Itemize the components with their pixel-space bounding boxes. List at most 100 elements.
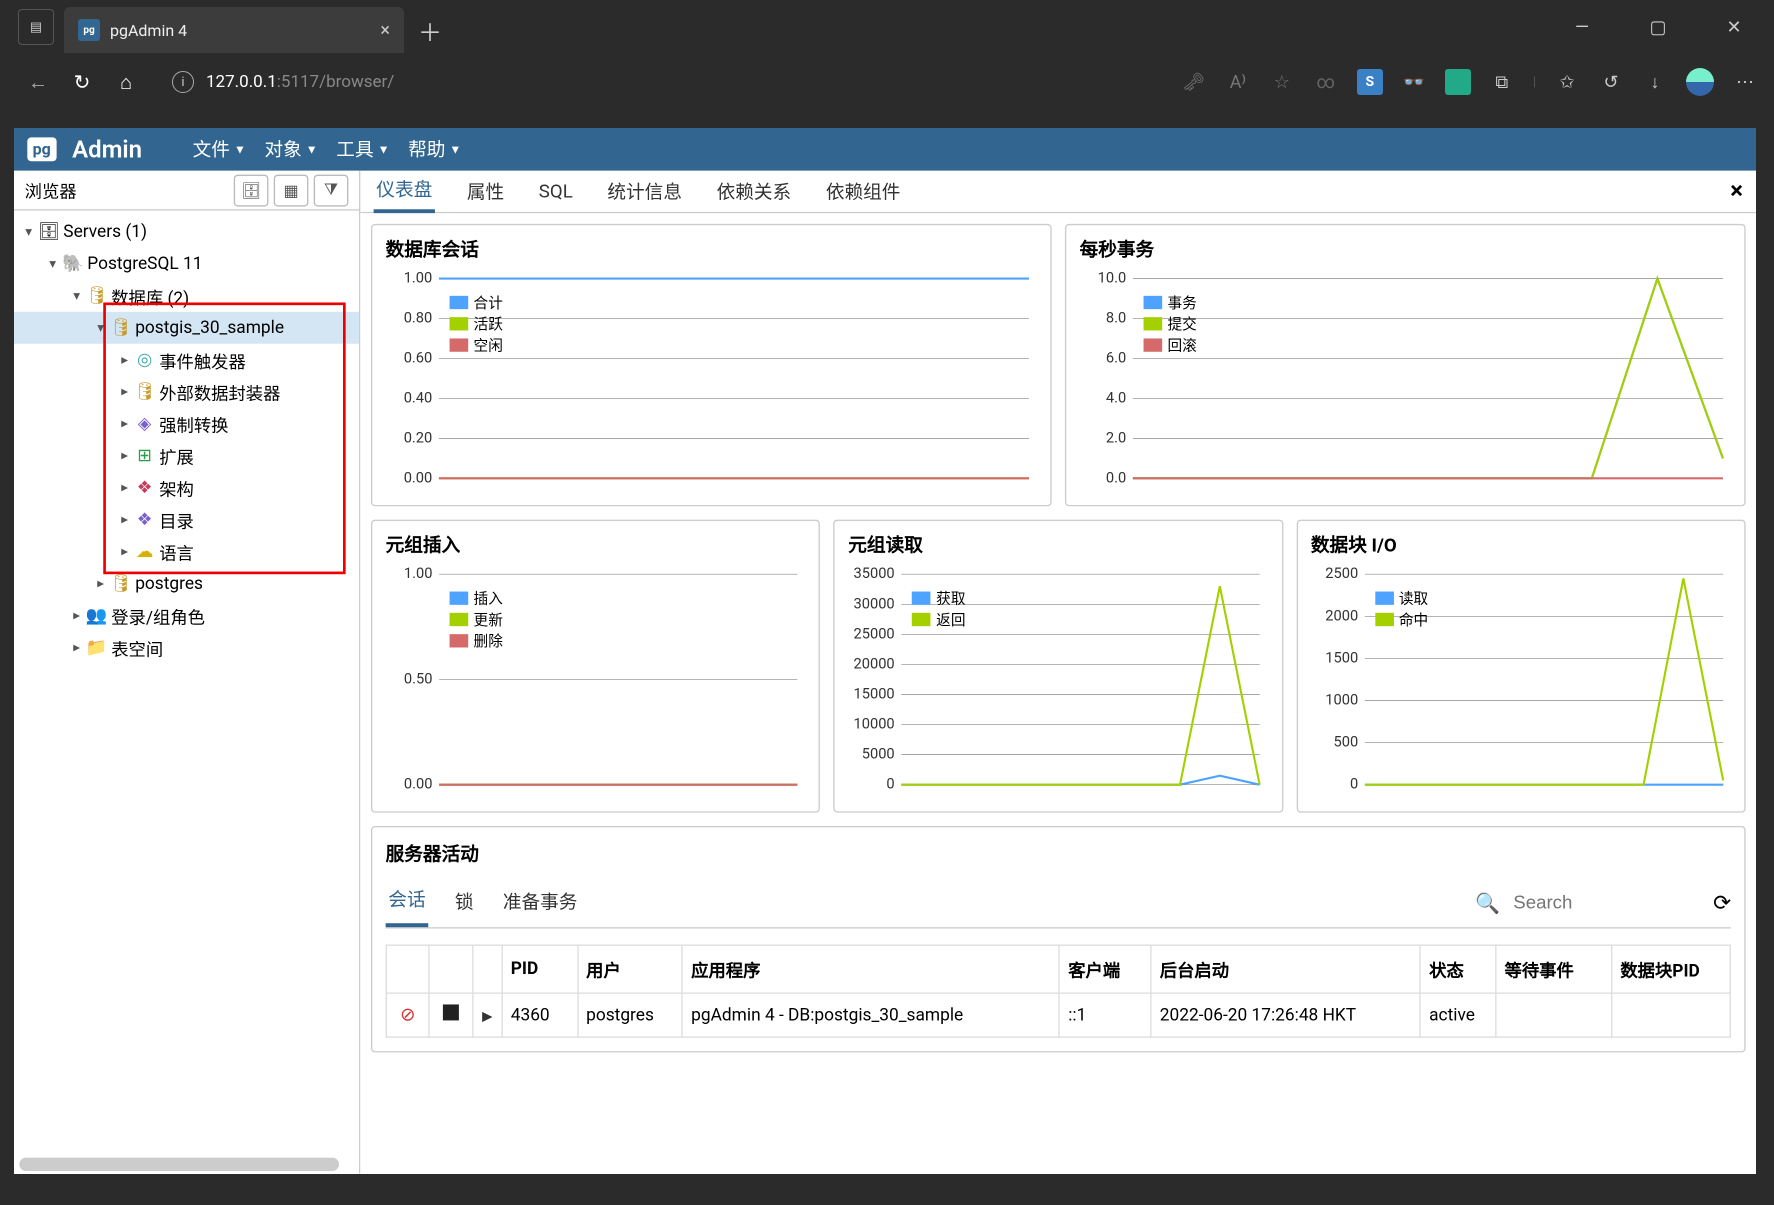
svg-text:0.00: 0.00 bbox=[404, 775, 433, 793]
url-host: 127.0.0.1 bbox=[206, 72, 277, 92]
svg-text:1500: 1500 bbox=[1325, 648, 1358, 666]
tree-schemas[interactable]: 架构 bbox=[159, 475, 194, 500]
menu-tools[interactable]: 工具 ▼ bbox=[336, 136, 389, 163]
schema-icon: ❖ bbox=[134, 478, 155, 498]
tree-db-postgres[interactable]: postgres bbox=[135, 574, 203, 594]
sidebar-tool-filter-icon[interactable]: ⧩ bbox=[314, 174, 349, 206]
extension-icon-2[interactable]: S bbox=[1357, 69, 1383, 95]
svg-text:0.80: 0.80 bbox=[404, 308, 433, 326]
svg-text:2000: 2000 bbox=[1325, 606, 1358, 624]
menu-file[interactable]: 文件 ▼ bbox=[193, 136, 246, 163]
favorite-icon[interactable]: ☆ bbox=[1269, 69, 1295, 95]
elephant-icon: 🐘 bbox=[62, 254, 83, 274]
tab-dependencies[interactable]: 依赖关系 bbox=[714, 171, 794, 211]
close-tab-icon[interactable]: × bbox=[380, 20, 390, 41]
chart-tuples-out: 元组读取 获取 返回 05000100001500020000250003000… bbox=[834, 520, 1283, 813]
col-state: 状态 bbox=[1420, 945, 1495, 993]
activity-search-input[interactable] bbox=[1513, 891, 1699, 912]
window-maximize-button[interactable]: ▢ bbox=[1638, 17, 1678, 38]
extension-icon-1[interactable]: ∞ bbox=[1313, 69, 1339, 95]
chart-tuples-in: 元组插入 插入 更新 删除 0.000.501.00 bbox=[371, 520, 820, 813]
svg-text:1000: 1000 bbox=[1325, 690, 1358, 708]
expand-row-icon[interactable]: ▶ bbox=[482, 1009, 492, 1024]
activity-tab-locks[interactable]: 锁 bbox=[452, 880, 476, 925]
window-minimize-button[interactable]: — bbox=[1562, 17, 1602, 38]
downloads-icon[interactable]: ↓ bbox=[1642, 69, 1668, 95]
tab-dashboard[interactable]: 仪表盘 bbox=[374, 169, 435, 213]
tab-dependents[interactable]: 依赖组件 bbox=[823, 171, 903, 211]
profile-avatar[interactable] bbox=[1686, 68, 1714, 96]
read-aloud-icon[interactable]: A⁾ bbox=[1225, 69, 1251, 95]
object-tree[interactable]: ▾🗄Servers (1) ▾🐘PostgreSQL 11 ▾🛢数据库 (2) … bbox=[14, 211, 359, 669]
pgadmin-favicon: pg bbox=[78, 19, 100, 41]
extension-icon-3[interactable]: 👓 bbox=[1401, 69, 1427, 95]
favorites-bar-icon[interactable]: ✩ bbox=[1554, 69, 1580, 95]
tree-extensions[interactable]: 扩展 bbox=[159, 443, 194, 468]
cancel-query-icon[interactable] bbox=[443, 1004, 459, 1020]
tree-postgresql[interactable]: PostgreSQL 11 bbox=[87, 254, 202, 274]
browser-tab[interactable]: pg pgAdmin 4 × bbox=[64, 7, 404, 53]
tree-databases[interactable]: 数据库 (2) bbox=[111, 283, 189, 308]
terminate-icon[interactable]: ⊘ bbox=[400, 1004, 416, 1025]
password-icon[interactable]: 🗝 bbox=[1181, 69, 1207, 95]
svg-text:35000: 35000 bbox=[854, 566, 895, 582]
extension-icon-4[interactable] bbox=[1445, 69, 1471, 95]
pgadmin-logo-text: Admin bbox=[72, 135, 142, 163]
sidebar-tool-query-icon[interactable]: 🗄 bbox=[234, 174, 269, 206]
svg-text:0.60: 0.60 bbox=[404, 348, 433, 366]
svg-text:4.0: 4.0 bbox=[1106, 388, 1126, 406]
svg-text:1.00: 1.00 bbox=[404, 271, 433, 287]
tab-sql[interactable]: SQL bbox=[536, 174, 575, 209]
tree-login-roles[interactable]: 登录/组角色 bbox=[111, 603, 205, 628]
tree-tablespaces[interactable]: 表空间 bbox=[111, 635, 163, 660]
svg-text:2.0: 2.0 bbox=[1106, 428, 1126, 446]
menu-object[interactable]: 对象 ▼ bbox=[264, 136, 317, 163]
tree-languages[interactable]: 语言 bbox=[159, 539, 194, 564]
tab-actions-icon[interactable]: ▤ bbox=[18, 9, 54, 45]
col-pid: PID bbox=[502, 945, 577, 993]
col-client: 客户端 bbox=[1060, 945, 1152, 993]
site-info-icon[interactable]: i bbox=[172, 71, 194, 93]
tree-db-sample[interactable]: postgis_30_sample bbox=[135, 318, 284, 338]
tree-servers[interactable]: Servers (1) bbox=[63, 222, 147, 242]
cell-start: 2022-06-20 17:26:48 HKT bbox=[1151, 993, 1420, 1037]
history-icon[interactable]: ↺ bbox=[1598, 69, 1624, 95]
cell-state: active bbox=[1420, 993, 1495, 1037]
svg-text:0: 0 bbox=[1350, 775, 1358, 793]
event-trigger-icon: ◎ bbox=[134, 350, 155, 370]
activity-refresh-icon[interactable]: ⟳ bbox=[1713, 890, 1731, 915]
svg-text:10.0: 10.0 bbox=[1098, 271, 1127, 287]
new-tab-button[interactable]: ＋ bbox=[418, 13, 442, 48]
search-icon[interactable]: 🔍 bbox=[1475, 891, 1500, 915]
settings-menu-icon[interactable]: ⋯ bbox=[1732, 69, 1758, 95]
server-activity-title: 服务器活动 bbox=[386, 841, 1731, 868]
chart-title: 元组读取 bbox=[848, 532, 1268, 559]
pgadmin-logo-icon: pg bbox=[27, 137, 56, 161]
svg-text:0.50: 0.50 bbox=[404, 669, 433, 687]
col-user: 用户 bbox=[577, 945, 682, 993]
svg-text:8.0: 8.0 bbox=[1106, 308, 1126, 326]
tree-fdw[interactable]: 外部数据封装器 bbox=[159, 379, 280, 404]
tree-casts[interactable]: 强制转换 bbox=[159, 411, 228, 436]
tab-properties[interactable]: 属性 bbox=[464, 171, 507, 211]
address-bar[interactable]: i 127.0.0.1:5117/browser/ bbox=[158, 62, 1171, 102]
cell-client: ::1 bbox=[1060, 993, 1152, 1037]
home-button[interactable]: ⌂ bbox=[104, 62, 148, 102]
extensions-menu-icon[interactable]: ⧉ bbox=[1489, 69, 1515, 95]
svg-text:500: 500 bbox=[1333, 733, 1358, 751]
back-button[interactable]: ← bbox=[16, 62, 60, 102]
sidebar-tool-grid-icon[interactable]: ▦ bbox=[274, 174, 309, 206]
tree-event-triggers[interactable]: 事件触发器 bbox=[159, 347, 246, 372]
tree-catalogs[interactable]: 目录 bbox=[159, 507, 194, 532]
table-row: ⊘ ▶ 4360 postgres pgAdmin 4 - DB:postgis… bbox=[386, 993, 1730, 1037]
window-close-button[interactable]: ✕ bbox=[1714, 17, 1754, 38]
activity-tab-prepared[interactable]: 准备事务 bbox=[500, 880, 580, 925]
svg-text:15000: 15000 bbox=[854, 684, 895, 702]
close-panel-icon[interactable]: × bbox=[1730, 177, 1743, 205]
refresh-button[interactable]: ↻ bbox=[60, 62, 104, 102]
horizontal-scrollbar[interactable] bbox=[19, 1158, 339, 1171]
svg-text:30000: 30000 bbox=[854, 594, 895, 612]
menu-help[interactable]: 帮助 ▼ bbox=[408, 136, 461, 163]
tab-statistics[interactable]: 统计信息 bbox=[605, 171, 685, 211]
activity-tab-sessions[interactable]: 会话 bbox=[386, 878, 429, 927]
